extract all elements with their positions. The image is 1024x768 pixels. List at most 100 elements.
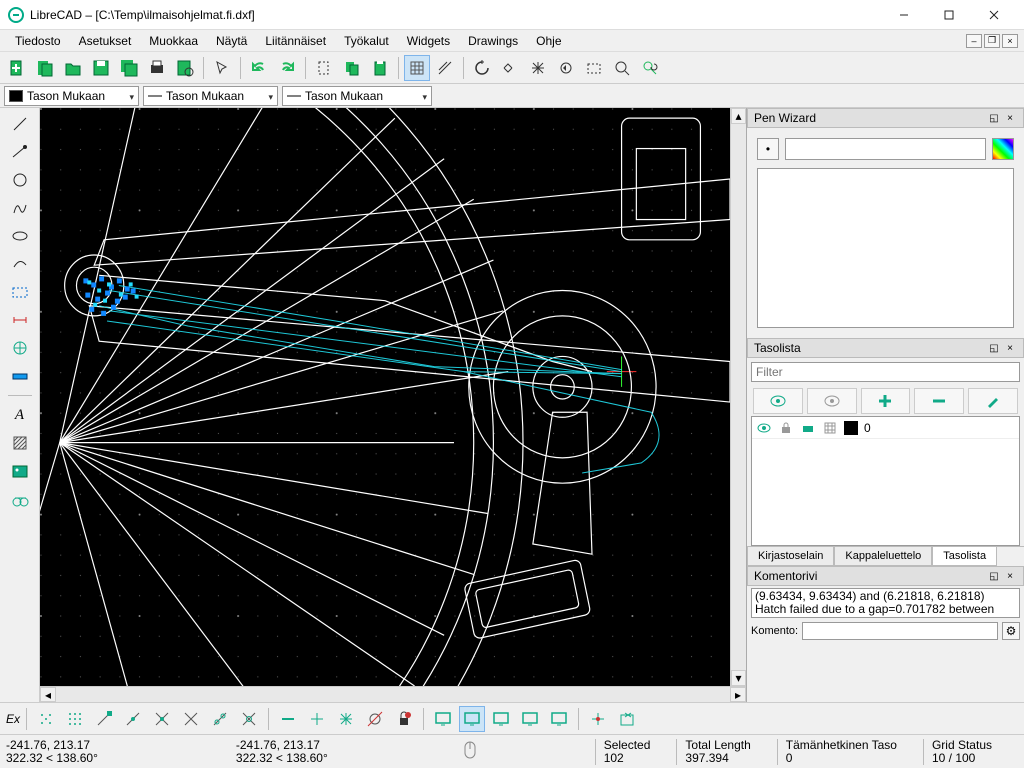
- command-input[interactable]: [802, 622, 998, 640]
- new-button[interactable]: [4, 55, 30, 81]
- snap-distance-button[interactable]: [207, 706, 233, 732]
- eye-icon[interactable]: [756, 420, 772, 436]
- print-preview-button[interactable]: [172, 55, 198, 81]
- copy-button[interactable]: [339, 55, 365, 81]
- linewidth-combo[interactable]: Tason Mukaan: [143, 86, 278, 106]
- screen1-button[interactable]: [430, 706, 456, 732]
- menu-settings[interactable]: Asetukset: [70, 32, 141, 50]
- lock-relative-zero-button[interactable]: [614, 706, 640, 732]
- restrict-orthogonal-button[interactable]: [304, 706, 330, 732]
- redo-button[interactable]: [274, 55, 300, 81]
- layer-filter-input[interactable]: [751, 362, 1020, 382]
- draft-mode-button[interactable]: [432, 55, 458, 81]
- pen-wizard-header[interactable]: Pen Wizard ◱×: [747, 108, 1024, 128]
- tab-layerlist[interactable]: Tasolista: [932, 547, 997, 566]
- tab-blocklist[interactable]: Kappaleluettelo: [834, 547, 932, 566]
- close-pane-icon[interactable]: ×: [1003, 341, 1017, 355]
- line-tool[interactable]: [8, 112, 32, 136]
- undock-icon[interactable]: ◱: [987, 569, 1001, 583]
- snap-free-button[interactable]: [33, 706, 59, 732]
- zoom-auto-button[interactable]: [525, 55, 551, 81]
- menu-plugins[interactable]: Liitännäiset: [256, 32, 335, 50]
- close-button[interactable]: [971, 1, 1016, 29]
- menu-widgets[interactable]: Widgets: [398, 32, 459, 50]
- restrict-nothing-button[interactable]: [275, 706, 301, 732]
- commandline-header[interactable]: Komentorivi ◱×: [747, 566, 1024, 586]
- vertical-scrollbar[interactable]: ▴ ▾: [730, 108, 746, 686]
- edit-layer-button[interactable]: [968, 388, 1018, 414]
- restrict-vertical-button[interactable]: [362, 706, 388, 732]
- layerlist-header[interactable]: Tasolista ◱×: [747, 338, 1024, 358]
- menu-edit[interactable]: Muokkaa: [140, 32, 207, 50]
- horizontal-scrollbar[interactable]: ◂ ▸: [40, 686, 746, 702]
- menu-help[interactable]: Ohje: [527, 32, 570, 50]
- menu-file[interactable]: Tiedosto: [6, 32, 70, 50]
- show-all-layers-button[interactable]: [753, 388, 803, 414]
- scroll-right-icon[interactable]: ▸: [730, 687, 746, 702]
- zoom-refresh-button[interactable]: [637, 55, 663, 81]
- linetype-combo[interactable]: Tason Mukaan: [282, 86, 432, 106]
- screen2-button[interactable]: [459, 706, 485, 732]
- maximize-button[interactable]: [926, 1, 971, 29]
- mdi-restore-button[interactable]: ❐: [984, 34, 1000, 48]
- tab-library[interactable]: Kirjastoselain: [747, 547, 834, 566]
- measure-tool[interactable]: [8, 364, 32, 388]
- undock-icon[interactable]: ◱: [987, 111, 1001, 125]
- snap-grid-button[interactable]: [62, 706, 88, 732]
- screen3-button[interactable]: [488, 706, 514, 732]
- hide-all-layers-button[interactable]: [807, 388, 857, 414]
- command-log[interactable]: (9.63434, 9.63434) and (6.21818, 6.21818…: [751, 588, 1020, 618]
- mdi-close-button[interactable]: ×: [1002, 34, 1018, 48]
- menu-view[interactable]: Näytä: [207, 32, 256, 50]
- polyline-tool[interactable]: [8, 252, 32, 276]
- screen4-button[interactable]: [517, 706, 543, 732]
- layer-list[interactable]: 0: [751, 416, 1020, 546]
- snap-on-entity-button[interactable]: [120, 706, 146, 732]
- layer-color-swatch[interactable]: [844, 421, 858, 435]
- save-as-button[interactable]: [116, 55, 142, 81]
- minimize-button[interactable]: [881, 1, 926, 29]
- block-tool[interactable]: [8, 487, 32, 511]
- paste-button[interactable]: [367, 55, 393, 81]
- command-options-button[interactable]: ⚙: [1002, 622, 1020, 640]
- add-layer-button[interactable]: [861, 388, 911, 414]
- print-button[interactable]: [144, 55, 170, 81]
- zoom-window-button[interactable]: [581, 55, 607, 81]
- zoom-redraw-button[interactable]: [469, 55, 495, 81]
- grid-toggle-button[interactable]: [404, 55, 430, 81]
- pointer-button[interactable]: [209, 55, 235, 81]
- text-tool[interactable]: A: [8, 403, 32, 427]
- undo-button[interactable]: [246, 55, 272, 81]
- scroll-down-icon[interactable]: ▾: [731, 670, 746, 686]
- curve-tool[interactable]: [8, 196, 32, 220]
- mdi-minimize-button[interactable]: –: [966, 34, 982, 48]
- canvas[interactable]: [40, 108, 730, 686]
- snap-middle-button[interactable]: [178, 706, 204, 732]
- pw-preset-list[interactable]: [757, 168, 1014, 328]
- undock-icon[interactable]: ◱: [987, 341, 1001, 355]
- set-relative-zero-button[interactable]: [585, 706, 611, 732]
- hatch-tool[interactable]: [8, 431, 32, 455]
- modify-tool[interactable]: [8, 336, 32, 360]
- layer-row[interactable]: 0: [752, 417, 1019, 439]
- save-button[interactable]: [88, 55, 114, 81]
- scroll-up-icon[interactable]: ▴: [731, 108, 746, 124]
- scroll-left-icon[interactable]: ◂: [40, 687, 56, 702]
- color-picker-icon[interactable]: [992, 138, 1014, 160]
- zoom-previous-button[interactable]: [553, 55, 579, 81]
- cut-button[interactable]: [311, 55, 337, 81]
- close-pane-icon[interactable]: ×: [1003, 111, 1017, 125]
- snap-center-button[interactable]: [149, 706, 175, 732]
- select-tool[interactable]: [8, 280, 32, 304]
- ellipse-tool[interactable]: [8, 224, 32, 248]
- pw-mode-button[interactable]: •: [757, 138, 779, 160]
- relative-zero-lock-button[interactable]: [391, 706, 417, 732]
- snap-endpoint-button[interactable]: [91, 706, 117, 732]
- zoom-in-button[interactable]: [497, 55, 523, 81]
- restrict-horizontal-button[interactable]: [333, 706, 359, 732]
- snap-intersection-button[interactable]: [236, 706, 262, 732]
- color-combo[interactable]: Tason Mukaan: [4, 86, 139, 106]
- open-button[interactable]: [60, 55, 86, 81]
- dimension-tool[interactable]: [8, 308, 32, 332]
- lock-icon[interactable]: [778, 420, 794, 436]
